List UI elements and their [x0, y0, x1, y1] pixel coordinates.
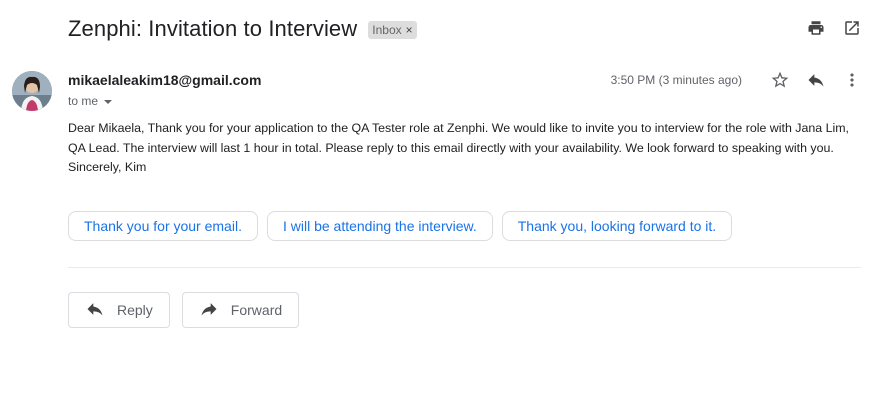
subject-row: Zenphi: Invitation to Interview Inbox ×	[68, 14, 417, 44]
forward-button-label: Forward	[230, 302, 283, 318]
reply-button[interactable]: Reply	[68, 292, 170, 328]
open-in-new-window-icon[interactable]	[842, 18, 862, 38]
email-body: Dear Mikaela, Thank you for your applica…	[68, 121, 850, 174]
message-toolbar	[770, 70, 862, 90]
recipient-label: to me	[68, 94, 99, 108]
smart-reply-button[interactable]: Thank you for your email.	[68, 211, 258, 241]
print-icon[interactable]	[806, 18, 826, 38]
divider	[68, 267, 861, 268]
forward-button[interactable]: Forward	[181, 292, 300, 328]
recipient-details-toggle[interactable]: to me	[68, 94, 113, 108]
reply-actions: Reply Forward	[68, 292, 300, 328]
more-vertical-icon[interactable]	[842, 70, 862, 90]
reply-icon	[85, 299, 105, 322]
reply-icon[interactable]	[806, 70, 826, 90]
chevron-down-icon	[104, 99, 113, 104]
smart-reply-button[interactable]: Thank you, looking forward to it.	[501, 211, 733, 241]
thread-toolbar	[806, 18, 862, 38]
reply-button-label: Reply	[117, 302, 153, 318]
forward-icon	[199, 299, 219, 322]
smart-replies: Thank you for your email. I will be atte…	[68, 211, 733, 241]
remove-label-icon[interactable]: ×	[406, 23, 413, 37]
message-timestamp: 3:50 PM (3 minutes ago)	[610, 73, 742, 87]
star-icon[interactable]	[770, 70, 790, 90]
sender-email: mikaelaleakim18@gmail.com	[68, 72, 262, 88]
inbox-label-text: Inbox	[372, 23, 402, 37]
email-subject: Zenphi: Invitation to Interview	[68, 16, 358, 41]
smart-reply-button[interactable]: I will be attending the interview.	[266, 211, 493, 241]
sender-avatar[interactable]	[12, 71, 52, 111]
inbox-label-chip[interactable]: Inbox ×	[368, 21, 417, 39]
